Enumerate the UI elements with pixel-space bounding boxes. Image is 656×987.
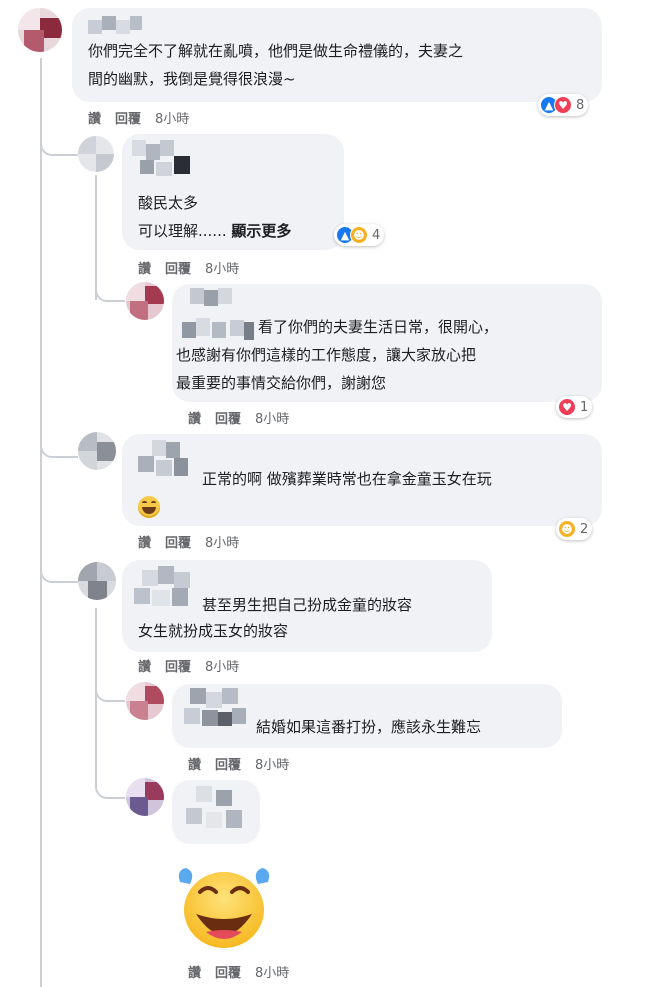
timestamp[interactable]: 8小時 xyxy=(255,412,289,427)
avatar[interactable] xyxy=(126,282,164,320)
thread-connector xyxy=(40,555,78,583)
author-name-blurred[interactable] xyxy=(132,140,196,184)
like-button[interactable]: 讚 xyxy=(138,262,151,277)
love-icon: ♥ xyxy=(554,96,572,114)
laughing-crying-emoji-icon xyxy=(178,868,270,948)
reaction-summary[interactable]: ▲ ♥ 8 xyxy=(538,94,589,116)
timestamp[interactable]: 8小時 xyxy=(255,758,289,773)
thread-connector xyxy=(95,680,125,702)
thread-connector xyxy=(40,130,78,156)
thread-connector xyxy=(40,430,78,458)
reaction-count: 8 xyxy=(576,97,585,113)
reply-button[interactable]: 回覆 xyxy=(215,412,241,427)
avatar[interactable] xyxy=(78,432,116,470)
comment-text: 看了你們的夫妻生活日常，很開心， xyxy=(258,318,499,336)
comment-actions: 讚回覆 8小時 xyxy=(188,754,303,773)
reaction-count: 4 xyxy=(372,227,381,243)
comment-text: 酸民太多 xyxy=(138,194,199,212)
haha-icon: ☻ xyxy=(350,226,368,244)
comment-bubble: 甚至男生把自己扮成金童的妝容 女生就扮成玉女的妝容 xyxy=(122,560,492,652)
avatar[interactable] xyxy=(18,8,62,52)
timestamp[interactable]: 8小時 xyxy=(205,536,239,551)
timestamp[interactable]: 8小時 xyxy=(205,262,239,277)
comment-bubble: 正常的啊 做殯葬業時常也在拿金童玉女在玩 xyxy=(122,434,602,526)
comment-text: 可以理解...... 顯示更多 xyxy=(138,222,292,240)
reply-button[interactable]: 回覆 xyxy=(165,262,191,277)
haha-emoji xyxy=(138,496,160,518)
comment-actions: 讚回覆 8小時 xyxy=(188,408,303,427)
comment-text: 你們完全不了解就在亂噴，他們是做生命禮儀的，夫妻之 xyxy=(88,42,464,60)
reaction-summary[interactable]: ▲ ☻ 4 xyxy=(334,224,385,246)
comment-actions: 讚回覆 8小時 xyxy=(138,532,253,551)
reaction-count: 2 xyxy=(580,521,589,537)
comment-text: 結婚如果這番打扮，應該永生難忘 xyxy=(256,718,482,736)
comment-text: 女生就扮成玉女的妝容 xyxy=(138,622,289,640)
timestamp[interactable]: 8小時 xyxy=(205,660,239,675)
reaction-summary[interactable]: ♥ 1 xyxy=(556,396,593,418)
comment-bubble: 看了你們的夫妻生活日常，很開心， 也感謝有你們這樣的工作態度，讓大家放心把 最重… xyxy=(172,284,602,402)
thread-connector xyxy=(95,280,125,302)
haha-icon: ☻ xyxy=(558,520,576,538)
author-name-blurred[interactable] xyxy=(88,16,144,36)
like-button[interactable]: 讚 xyxy=(188,412,201,427)
author-name-blurred[interactable] xyxy=(132,566,198,616)
laughing-crying-sticker[interactable] xyxy=(176,862,272,952)
comment-bubble: 酸民太多 可以理解...... 顯示更多 xyxy=(122,134,344,250)
reaction-count: 1 xyxy=(580,399,589,415)
like-button[interactable]: 讚 xyxy=(188,758,201,773)
avatar[interactable] xyxy=(78,136,114,172)
like-button[interactable]: 讚 xyxy=(138,660,151,675)
comment-bubble xyxy=(172,780,260,844)
author-name-blurred[interactable] xyxy=(182,288,256,340)
reply-button[interactable]: 回覆 xyxy=(165,660,191,675)
author-name-blurred[interactable] xyxy=(186,786,248,836)
love-icon: ♥ xyxy=(558,398,576,416)
comment-text: 最重要的事情交給你們，謝謝您 xyxy=(176,374,387,392)
comment-text: 甚至男生把自己扮成金童的妝容 xyxy=(202,596,413,614)
author-name-blurred[interactable] xyxy=(184,688,248,740)
reaction-summary[interactable]: ☻ 2 xyxy=(556,518,593,540)
reply-button[interactable]: 回覆 xyxy=(115,112,141,127)
author-name-blurred[interactable] xyxy=(134,440,194,486)
timestamp[interactable]: 8小時 xyxy=(255,966,289,981)
comment-text: 間的幽默，我倒是覺得很浪漫~ xyxy=(88,70,296,88)
timestamp[interactable]: 8小時 xyxy=(155,112,189,127)
comment-text: 正常的啊 做殯葬業時常也在拿金童玉女在玩 xyxy=(202,470,492,488)
comment-actions: 讚回覆 8小時 xyxy=(138,258,253,277)
avatar[interactable] xyxy=(78,562,116,600)
comment-bubble: 結婚如果這番打扮，應該永生難忘 xyxy=(172,684,562,748)
comment-actions: 讚回覆 8小時 xyxy=(88,108,203,127)
like-button[interactable]: 讚 xyxy=(138,536,151,551)
comment-actions: 讚回覆 8小時 xyxy=(188,962,303,981)
thread-connector xyxy=(95,775,125,799)
reply-button[interactable]: 回覆 xyxy=(165,536,191,551)
comment-actions: 讚回覆 8小時 xyxy=(138,656,253,675)
thread-line xyxy=(95,608,97,788)
reply-button[interactable]: 回覆 xyxy=(215,966,241,981)
like-button[interactable]: 讚 xyxy=(88,112,101,127)
see-more-link[interactable]: 顯示更多 xyxy=(231,222,291,240)
comment-text: 也感謝有你們這樣的工作態度，讓大家放心把 xyxy=(176,346,477,364)
avatar[interactable] xyxy=(126,778,164,816)
avatar[interactable] xyxy=(126,682,164,720)
comment-bubble: 你們完全不了解就在亂噴，他們是做生命禮儀的，夫妻之 間的幽默，我倒是覺得很浪漫~ xyxy=(72,8,602,102)
like-button[interactable]: 讚 xyxy=(188,966,201,981)
thread-line xyxy=(40,58,42,987)
reply-button[interactable]: 回覆 xyxy=(215,758,241,773)
